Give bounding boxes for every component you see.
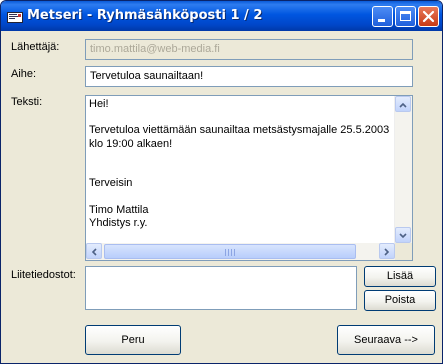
subject-label: Aihe: <box>11 68 37 80</box>
cancel-button[interactable]: Peru <box>85 325 181 355</box>
body-line: klo 19:00 alkaen! <box>89 137 173 150</box>
horizontal-scroll-thumb[interactable] <box>104 244 356 259</box>
maximize-icon <box>400 11 411 21</box>
scrollbar-corner <box>395 243 412 260</box>
body-line: Terveisin <box>89 177 133 190</box>
message-body-text: Hei! Tervetuloa viettämään saunailtaa me… <box>89 98 389 230</box>
body-label: Teksti: <box>11 96 43 108</box>
body-line <box>89 111 389 124</box>
minimize-icon <box>378 19 385 22</box>
body-line: Timo Mattila <box>89 203 149 216</box>
scroll-left-button[interactable] <box>86 243 102 259</box>
minimize-button[interactable] <box>372 6 393 27</box>
chevron-right-icon <box>384 248 390 256</box>
maximize-button[interactable] <box>395 6 416 27</box>
horizontal-scrollbar[interactable] <box>86 243 395 260</box>
vertical-scrollbar[interactable] <box>394 96 412 243</box>
scroll-up-button[interactable] <box>395 96 411 112</box>
message-body-textarea[interactable]: Hei! Tervetuloa viettämään saunailtaa me… <box>85 95 413 261</box>
body-line <box>89 151 389 164</box>
group-email-window: Metseri - Ryhmäsähköposti 1 / 2 Lähettäj… <box>0 0 443 364</box>
chevron-left-icon <box>91 248 97 256</box>
envelope-icon <box>7 9 23 23</box>
remove-attachment-button[interactable]: Poista <box>364 290 436 311</box>
attachments-list[interactable] <box>85 266 357 310</box>
subject-input[interactable]: Tervetuloa saunailtaan! <box>85 66 413 87</box>
add-attachment-button[interactable]: Lisää <box>364 266 436 287</box>
close-icon <box>422 10 435 23</box>
chevron-down-icon <box>399 233 407 239</box>
window-title: Metseri - Ryhmäsähköposti 1 / 2 <box>27 8 263 23</box>
attachments-label: Liitetiedostot: <box>11 269 76 281</box>
sender-label: Lähettäjä: <box>11 41 60 53</box>
chevron-up-icon <box>399 102 407 108</box>
title-bar[interactable]: Metseri - Ryhmäsähköposti 1 / 2 <box>1 1 442 31</box>
next-button[interactable]: Seuraava --> <box>337 325 435 355</box>
body-line: Yhdistys r.y. <box>89 216 148 229</box>
body-line: Hei! <box>89 98 109 110</box>
body-line: Tervetuloa viettämään saunailtaa metsäst… <box>89 124 390 137</box>
scroll-down-button[interactable] <box>395 227 411 243</box>
body-line <box>89 190 389 203</box>
close-button[interactable] <box>418 6 439 27</box>
sender-field: timo.mattila@web-media.fi <box>85 39 413 60</box>
scroll-right-button[interactable] <box>379 243 395 259</box>
body-line <box>89 164 389 177</box>
